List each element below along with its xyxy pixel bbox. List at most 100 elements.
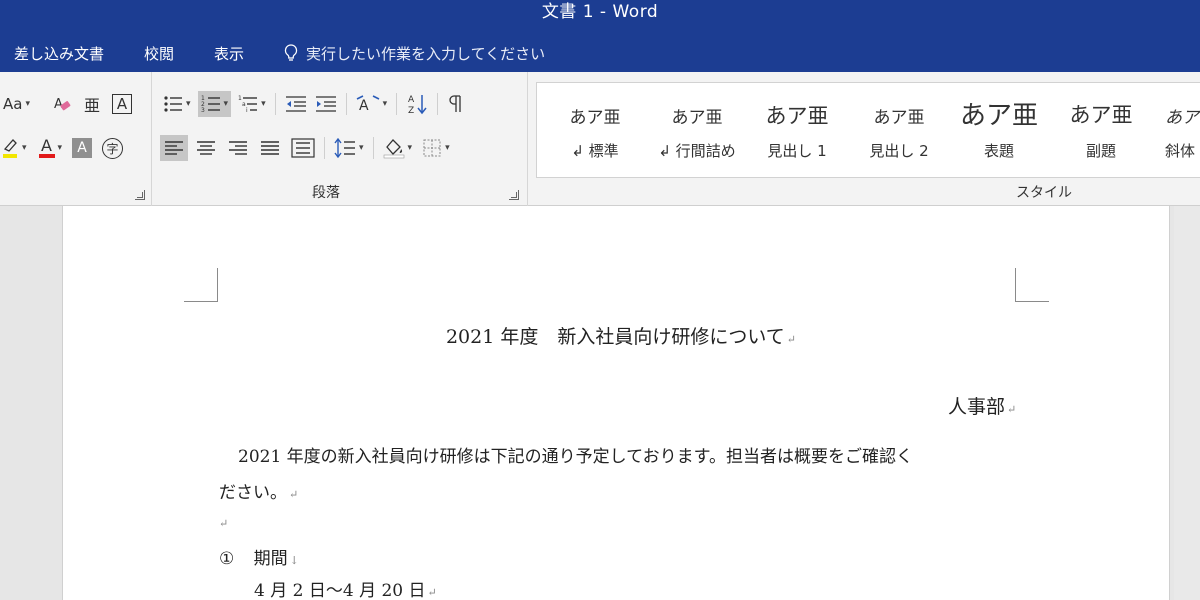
align-left-icon <box>165 141 183 155</box>
paint-bucket-icon <box>383 139 404 159</box>
paragraph-group-label: 段落 <box>312 185 340 201</box>
list-item-period[interactable]: ① 期間 ↓ <box>219 544 299 569</box>
show-formatting-marks-button[interactable] <box>444 91 466 117</box>
style-name: 副題 <box>1085 142 1116 160</box>
line-spacing-button[interactable]: ▾ <box>331 135 367 161</box>
change-case-button[interactable]: Aa ▾ <box>0 91 33 117</box>
font-color-button[interactable]: A ▾ <box>36 135 66 161</box>
svg-text:3: 3 <box>201 107 205 113</box>
separator <box>372 137 374 159</box>
character-shading-button[interactable]: A <box>69 135 95 161</box>
paragraph-group: ▾ 123 ▾ 1ai ▾ A ▾ A Z ▾ ▾ ▾ 段落 <box>152 72 528 206</box>
style-no-spacing[interactable]: あア亜 ↲ 行間詰め <box>647 83 747 177</box>
department-line[interactable]: 人事部 ↵ <box>948 392 1016 419</box>
style-heading-1[interactable]: あア亜 見出し 1 <box>747 83 847 177</box>
crop-mark-top-right <box>1015 268 1049 302</box>
svg-text:A: A <box>54 97 63 112</box>
chevron-down-icon: ▾ <box>57 143 63 153</box>
line-break-mark: ↓ <box>289 554 299 567</box>
vertical-scrollbar[interactable] <box>1174 206 1200 600</box>
separator <box>345 93 347 115</box>
ruby-glyph: 亜 <box>83 96 100 115</box>
sort-az-icon: A Z <box>408 95 427 115</box>
character-border-button[interactable]: A <box>109 91 135 117</box>
tell-me-box[interactable]: 実行したい作業を入力してください <box>284 43 545 64</box>
styles-group-label: スタイル <box>1016 185 1072 201</box>
style-sample: あア亜 <box>959 101 1038 131</box>
list-number: ① <box>219 549 235 569</box>
svg-text:A: A <box>408 95 415 105</box>
font-group: Aa ▾ A 亜 A ▾ A ▾ A 字 <box>0 72 152 206</box>
separator <box>396 93 398 115</box>
multilevel-list-button[interactable]: 1ai ▾ <box>235 91 269 117</box>
numbering-button[interactable]: 123 ▾ <box>197 91 232 117</box>
style-name: ↲ 行間詰め <box>658 142 736 160</box>
indent-icon <box>315 96 336 112</box>
style-emphasis[interactable]: あア 斜体 <box>1153 83 1200 177</box>
bullets-button[interactable]: ▾ <box>160 91 194 117</box>
phonetic-guide-button[interactable]: 亜 <box>81 91 103 117</box>
align-left-button[interactable] <box>160 135 188 161</box>
paragraph-mark: ↵ <box>289 488 299 501</box>
bullet-list-icon <box>164 96 182 112</box>
highlight-color-button[interactable]: ▾ <box>0 135 30 161</box>
chevron-down-icon: ▾ <box>407 143 413 153</box>
highlighter-icon <box>3 139 17 158</box>
asian-layout-button[interactable]: A ▾ <box>353 91 391 117</box>
align-right-icon <box>229 141 247 155</box>
font-dialog-launcher[interactable] <box>135 190 145 200</box>
style-normal[interactable]: あア亜 ↲ 標準 <box>545 83 645 177</box>
style-sample: あア亜 <box>1069 103 1133 127</box>
document-title-text: 2021 年度 新入社員向け研修について <box>445 326 785 348</box>
paragraph-mark: ↵ <box>219 517 229 530</box>
style-name: 表題 <box>983 142 1014 160</box>
tab-review[interactable]: 校閲 <box>144 43 174 64</box>
sort-button[interactable]: A Z <box>403 91 431 117</box>
borders-icon <box>423 139 441 157</box>
distributed-button[interactable] <box>288 135 318 161</box>
ribbon: Aa ▾ A 亜 A ▾ A ▾ A 字 ▾ 1 2 3 ▾ 1 a i ▾ A… <box>0 72 1200 206</box>
chevron-down-icon: ▾ <box>22 143 27 153</box>
tab-mailings[interactable]: 差し込み文書 <box>14 43 104 64</box>
chevron-down-icon: ▾ <box>186 99 191 109</box>
enclose-characters-button[interactable]: 字 <box>99 135 126 161</box>
department-text: 人事部 <box>948 396 1006 418</box>
empty-paragraph[interactable]: ↵ <box>219 512 228 532</box>
style-title[interactable]: あア亜 表題 <box>949 83 1049 177</box>
align-center-icon <box>197 141 215 155</box>
outdent-icon <box>285 96 306 112</box>
body-line-2[interactable]: ださい。 ↵ <box>219 478 298 503</box>
document-title[interactable]: 2021 年度 新入社員向け研修について ↵ <box>0 322 1200 349</box>
paragraph-dialog-launcher[interactable] <box>509 190 519 200</box>
style-name: 見出し 1 <box>767 142 827 160</box>
align-center-button[interactable] <box>192 135 220 161</box>
paragraph-mark: ↵ <box>427 586 437 599</box>
period-detail[interactable]: 4 月 2 日〜4 月 20 日 ↵ <box>254 576 437 600</box>
style-heading-2[interactable]: あア亜 見出し 2 <box>849 83 949 177</box>
chevron-down-icon: ▾ <box>359 143 364 153</box>
lightbulb-icon <box>284 44 298 61</box>
style-sample: あア亜 <box>873 108 925 128</box>
decrease-indent-button[interactable] <box>282 91 310 117</box>
crop-mark-top-left <box>184 268 218 302</box>
borders-button[interactable]: ▾ <box>419 135 453 161</box>
chevron-down-icon: ▾ <box>25 99 30 109</box>
boxed-a-icon: A <box>112 94 132 114</box>
svg-text:Z: Z <box>408 106 414 115</box>
styles-group: あア亜 ↲ 標準 あア亜 ↲ 行間詰め あア亜 見出し 1 あア亜 見出し 2 … <box>528 72 1200 206</box>
svg-text:i: i <box>246 107 248 113</box>
enclosed-character-icon: 字 <box>102 137 124 159</box>
paragraph-mark: ↵ <box>1007 403 1017 416</box>
style-subtitle[interactable]: あア亜 副題 <box>1051 83 1151 177</box>
shading-button[interactable]: ▾ <box>380 135 416 161</box>
separator <box>437 93 439 115</box>
align-right-button[interactable] <box>224 135 252 161</box>
justify-button[interactable] <box>256 135 284 161</box>
title-bar: 文書 1 - Word 差し込み文書 校閲 表示 実行したい作業を入力してくださ… <box>0 0 1200 72</box>
style-name: ↲ 標準 <box>571 142 619 160</box>
justify-icon <box>261 141 279 155</box>
clear-formatting-button[interactable]: A <box>49 91 75 117</box>
body-line-1[interactable]: 2021 年度の新入社員向け研修は下記の通り予定しております。担当者は概要をご確… <box>238 442 913 467</box>
increase-indent-button[interactable] <box>312 91 340 117</box>
tab-view[interactable]: 表示 <box>214 43 244 64</box>
